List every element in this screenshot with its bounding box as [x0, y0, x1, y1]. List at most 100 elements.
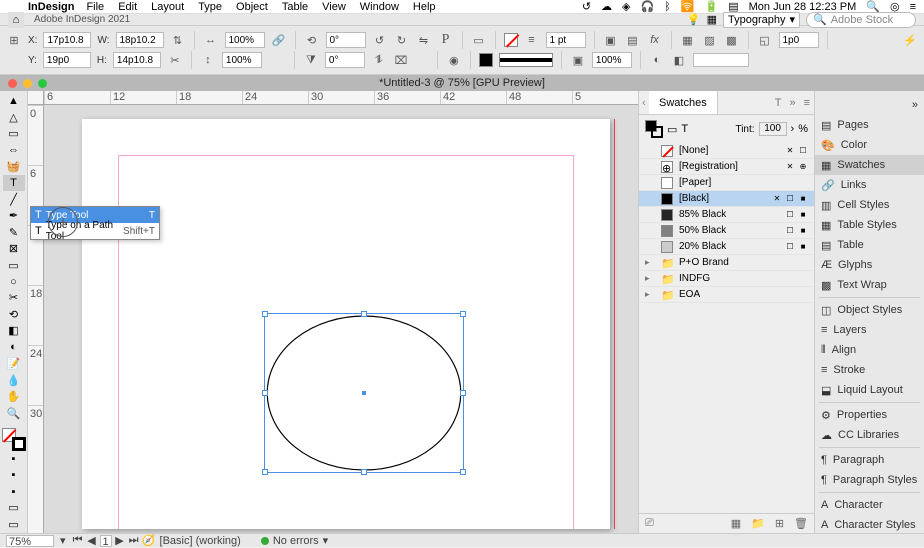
- swatch-item[interactable]: 20% Black☐■: [639, 239, 814, 255]
- shear-input[interactable]: 0°: [325, 52, 365, 68]
- container-format-icon[interactable]: ▭: [667, 123, 677, 136]
- content-collector-tool[interactable]: 🧺: [3, 159, 25, 174]
- reference-point-icon[interactable]: ⊞: [6, 32, 22, 48]
- flip-h-icon[interactable]: ⇋: [416, 32, 432, 48]
- panel-paragraph[interactable]: ¶Paragraph: [815, 450, 924, 470]
- swatch-item[interactable]: 85% Black☐■: [639, 207, 814, 223]
- menu-layout[interactable]: Layout: [151, 1, 184, 13]
- panel-object-styles[interactable]: ◫Object Styles: [815, 300, 924, 320]
- panel-paragraph-styles[interactable]: ¶Paragraph Styles: [815, 470, 924, 490]
- flyout-type-on-a-path-tool[interactable]: TType on a Path ToolShift+T: [31, 223, 159, 239]
- center-point-icon[interactable]: [362, 391, 366, 395]
- preflight-status[interactable]: No errors ▾: [261, 534, 328, 547]
- h-input[interactable]: 14p10.8: [113, 52, 161, 68]
- menu-file[interactable]: File: [86, 1, 104, 13]
- next-page-icon[interactable]: ▶: [114, 534, 126, 547]
- chevron-down-icon[interactable]: ▾: [323, 534, 329, 547]
- expand-icon[interactable]: ▸: [645, 273, 655, 284]
- menu-object[interactable]: Object: [236, 1, 268, 13]
- stroke-swatch-icon[interactable]: [479, 53, 493, 67]
- resize-handle[interactable]: [460, 390, 466, 396]
- x-input[interactable]: 17p10.8: [43, 32, 91, 48]
- gradient-icon[interactable]: ◧: [671, 52, 687, 68]
- clear-transform-icon[interactable]: ⌧: [393, 52, 409, 68]
- panel-table[interactable]: ▤Table: [815, 235, 924, 255]
- new-group-icon[interactable]: 📁: [751, 517, 765, 530]
- rotate-input[interactable]: 0°: [326, 32, 366, 48]
- window-traffic-lights[interactable]: [0, 79, 55, 88]
- constrain-icon[interactable]: ✂: [167, 52, 183, 68]
- scale-y-input[interactable]: 100%: [222, 52, 262, 68]
- panel-character-styles[interactable]: ACharacter Styles: [815, 515, 924, 535]
- selected-ellipse-frame[interactable]: [264, 313, 464, 473]
- apply-gradient-icon[interactable]: ▪: [3, 467, 25, 482]
- panel-cc-libraries[interactable]: ☁CC Libraries: [815, 425, 924, 445]
- last-page-icon[interactable]: ⏭: [128, 534, 140, 547]
- panel-expand-icon[interactable]: »: [789, 97, 795, 109]
- swatch-item[interactable]: ▸📁EOA: [639, 287, 814, 303]
- page-tool[interactable]: ▭: [3, 126, 25, 141]
- link-scale-icon[interactable]: 🔗: [271, 32, 287, 48]
- swatch-item[interactable]: [Black]✕☐■: [639, 191, 814, 207]
- menu-table[interactable]: Table: [282, 1, 308, 13]
- rotate-cw-icon[interactable]: ↻: [394, 32, 410, 48]
- stock-search-input[interactable]: 🔍 Adobe Stock: [806, 12, 916, 28]
- resize-handle[interactable]: [361, 311, 367, 317]
- swatch-item[interactable]: ▸📁P+O Brand: [639, 255, 814, 271]
- corner-input[interactable]: 1p0: [779, 32, 819, 48]
- apply-none-icon[interactable]: ▪: [3, 484, 25, 499]
- panel-table-styles[interactable]: ▦Table Styles: [815, 215, 924, 235]
- line-tool[interactable]: ╱: [3, 192, 25, 207]
- swatch-item[interactable]: [Paper]: [639, 175, 814, 191]
- filter-icon[interactable]: ⎚: [645, 517, 654, 530]
- menu-edit[interactable]: Edit: [118, 1, 137, 13]
- ruler-origin[interactable]: [28, 91, 44, 105]
- select-container-icon[interactable]: ▭: [471, 32, 487, 48]
- panel-align[interactable]: ⫴Align: [815, 340, 924, 360]
- panel-collapse-icon[interactable]: ‹: [639, 97, 649, 109]
- swatch-item[interactable]: 50% Black☐■: [639, 223, 814, 239]
- scissors-tool[interactable]: ✂: [3, 290, 25, 305]
- scale-x-input[interactable]: 100%: [225, 32, 265, 48]
- close-window-icon[interactable]: [8, 79, 17, 88]
- panel-character[interactable]: ACharacter: [815, 495, 924, 515]
- panel-glyphs[interactable]: ÆGlyphs: [815, 255, 924, 275]
- panel-links[interactable]: 🔗Links: [815, 175, 924, 195]
- opacity-input[interactable]: 100%: [592, 52, 632, 68]
- panel-collapse-icon[interactable]: »: [815, 95, 924, 115]
- w-input[interactable]: 18p10.2: [116, 32, 164, 48]
- text-wrap-3-icon[interactable]: ▩: [724, 32, 740, 48]
- delete-swatch-icon[interactable]: 🗑: [794, 517, 808, 530]
- fx-icon[interactable]: fx: [647, 32, 663, 48]
- frame-fit-icon[interactable]: ▣: [603, 32, 619, 48]
- vertical-ruler[interactable]: 0612182430: [28, 105, 44, 533]
- panel-properties[interactable]: ⚙Properties: [815, 405, 924, 425]
- panel-stroke[interactable]: ≡Stroke: [815, 360, 924, 380]
- effect-preview[interactable]: [693, 53, 749, 67]
- resize-handle[interactable]: [460, 311, 466, 317]
- panel-cell-styles[interactable]: ▥Cell Styles: [815, 195, 924, 215]
- resize-handle[interactable]: [361, 469, 367, 475]
- ellipse-tool[interactable]: ○: [3, 274, 25, 289]
- apply-color-icon[interactable]: ▪: [3, 451, 25, 466]
- gap-tool[interactable]: ⇔: [3, 142, 25, 157]
- zoom-level-dropdown[interactable]: 75%: [6, 535, 54, 547]
- add-to-cc-icon[interactable]: ▦: [731, 517, 741, 530]
- text-wrap-2-icon[interactable]: ▨: [702, 32, 718, 48]
- rectangle-frame-tool[interactable]: ⊠: [3, 241, 25, 256]
- menu-window[interactable]: Window: [360, 1, 399, 13]
- panel-pages[interactable]: ▤Pages: [815, 115, 924, 135]
- prev-page-icon[interactable]: ◀: [86, 534, 98, 547]
- link-wh-icon[interactable]: ⇅: [170, 32, 186, 48]
- hand-tool[interactable]: ✋: [3, 389, 25, 404]
- swatch-item[interactable]: [None]✕☐: [639, 143, 814, 159]
- open-nav-icon[interactable]: 🧭: [142, 534, 154, 547]
- drop-shadow-icon[interactable]: ◐: [649, 52, 665, 68]
- swatch-item[interactable]: ⊕[Registration]✕⊕: [639, 159, 814, 175]
- rectangle-tool[interactable]: ▭: [3, 257, 25, 272]
- stroke-weight-input[interactable]: 1 pt: [546, 32, 586, 48]
- new-swatch-icon[interactable]: ⊞: [775, 517, 784, 530]
- panel-text-wrap[interactable]: ▩Text Wrap: [815, 275, 924, 295]
- swatch-item[interactable]: ▸📁INDFG: [639, 271, 814, 287]
- tint-arrow-icon[interactable]: ›: [791, 123, 795, 135]
